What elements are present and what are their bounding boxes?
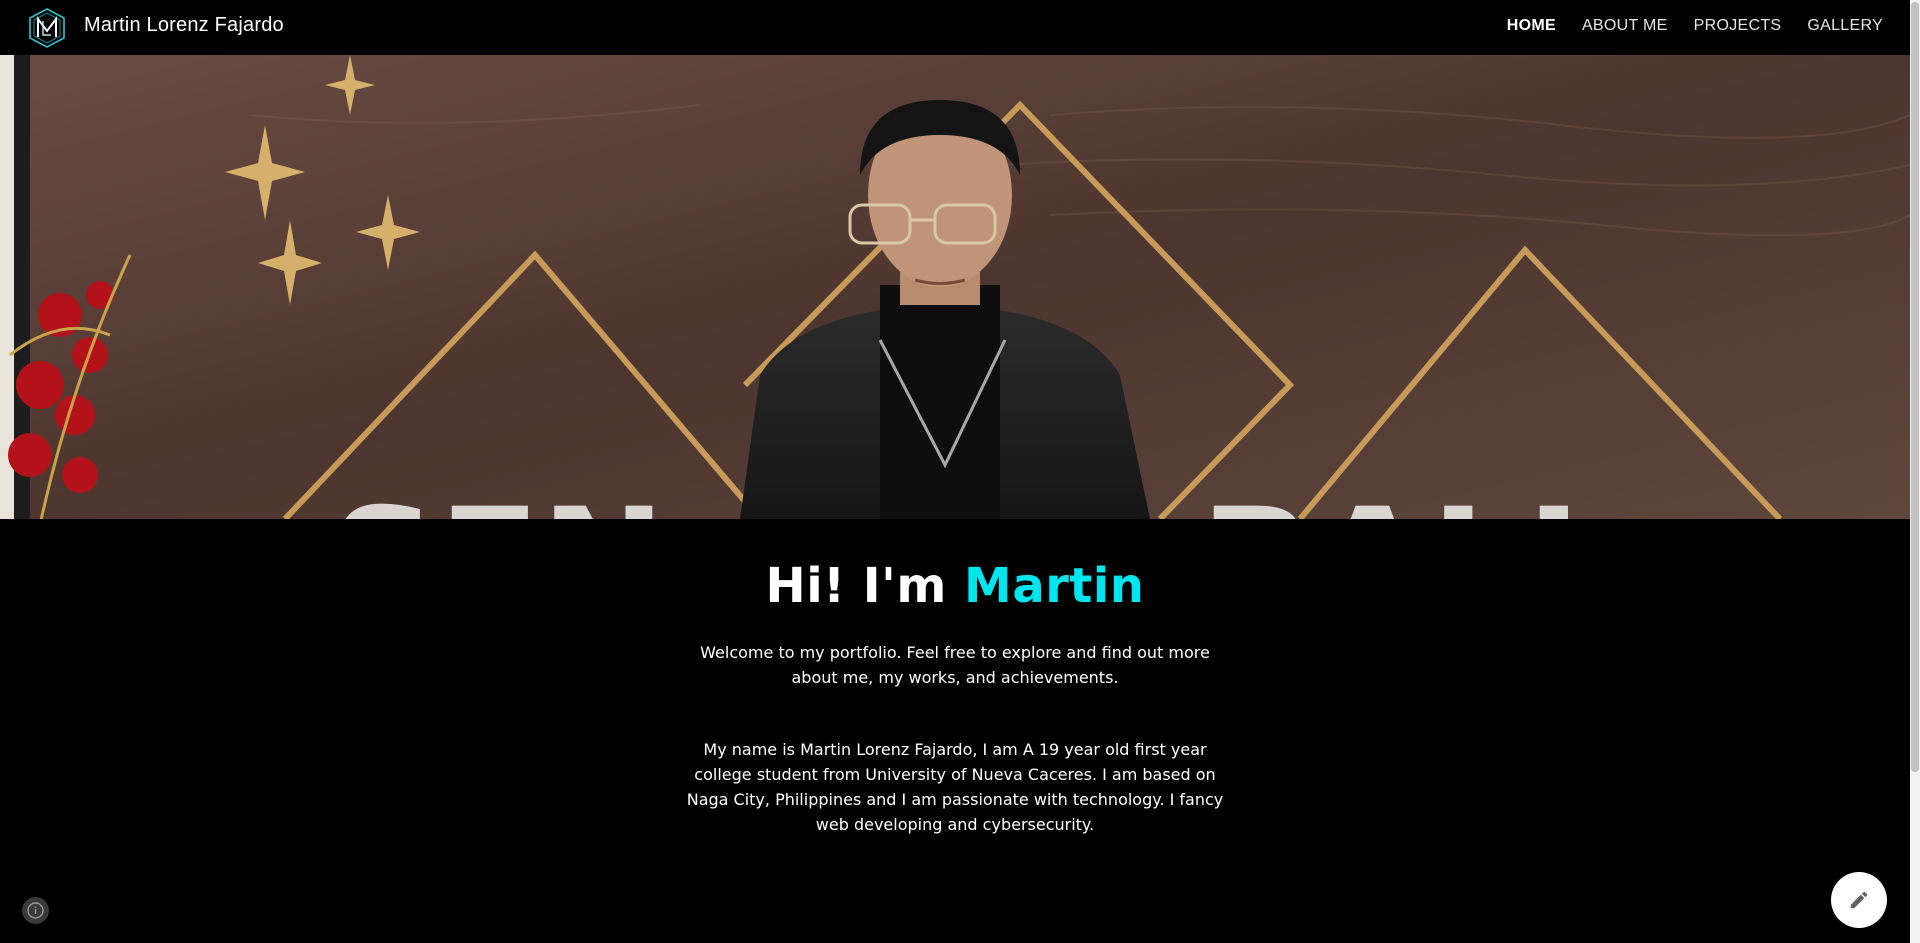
nav-about-me[interactable]: ABOUT ME bbox=[1582, 17, 1668, 35]
nav-projects[interactable]: PROJECTS bbox=[1694, 17, 1782, 35]
site-title[interactable]: Martin Lorenz Fajardo bbox=[84, 14, 284, 37]
info-icon bbox=[27, 902, 44, 919]
greeting-prefix: Hi! I'm bbox=[765, 558, 965, 614]
pencil-icon bbox=[1850, 891, 1868, 909]
svg-text:SEN: SEN bbox=[330, 477, 666, 519]
top-navigation-bar: Martin Lorenz Fajardo HOME ABOUT ME PROJ… bbox=[0, 0, 1910, 55]
nav-home[interactable]: HOME bbox=[1507, 17, 1556, 35]
site-info-button[interactable] bbox=[22, 897, 49, 924]
page-scrollbar[interactable] bbox=[1910, 0, 1920, 943]
ml-monogram-logo[interactable] bbox=[26, 7, 68, 49]
welcome-text: Welcome to my portfolio. Feel free to ex… bbox=[700, 643, 1210, 687]
hero-photo-illustration: SEN BALL bbox=[0, 55, 1910, 519]
page-title: Hi! I'm Martin bbox=[0, 558, 1910, 614]
edit-button[interactable] bbox=[1831, 872, 1887, 928]
greeting-name: Martin bbox=[964, 558, 1145, 614]
hero-banner-photo: SEN BALL bbox=[0, 55, 1910, 519]
main-nav: HOME ABOUT ME PROJECTS GALLERY bbox=[1507, 17, 1883, 35]
svg-text:BALL: BALL bbox=[1200, 477, 1622, 519]
bio-text: My name is Martin Lorenz Fajardo, I am A… bbox=[686, 740, 1224, 834]
scrollbar-thumb[interactable] bbox=[1911, 2, 1919, 772]
nav-gallery[interactable]: GALLERY bbox=[1807, 17, 1883, 35]
